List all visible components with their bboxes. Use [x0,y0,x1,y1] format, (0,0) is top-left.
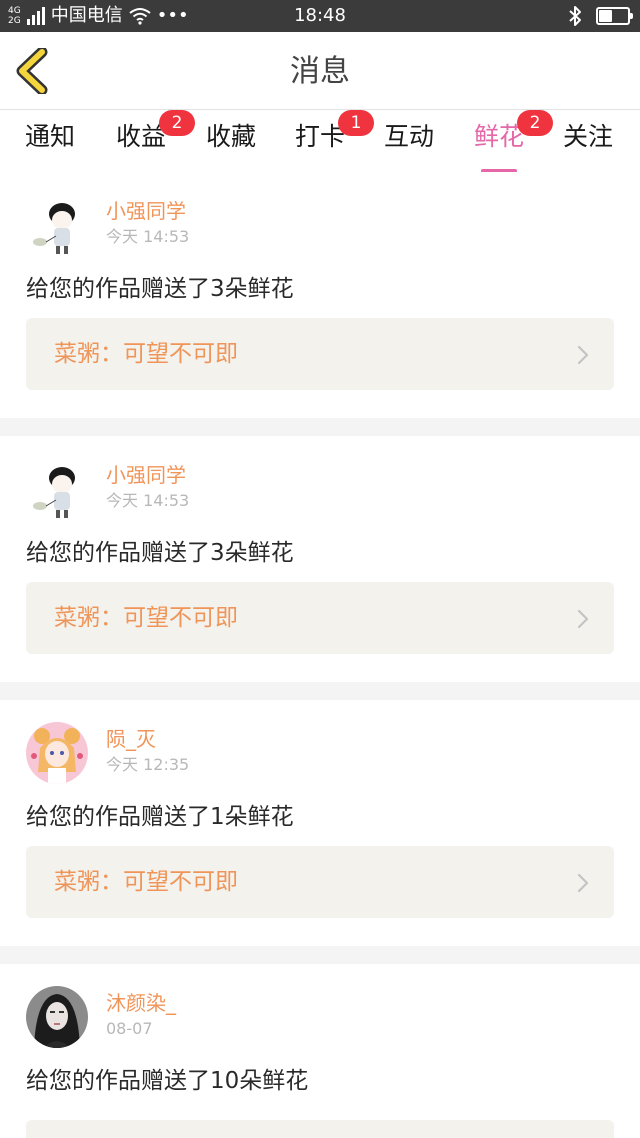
chevron-right-icon [577,873,589,893]
message-text: 给您的作品赠送了10朵鲜花 [26,1068,309,1094]
work-title: 菜粥：可望不可即 [54,605,238,631]
message-text: 给您的作品赠送了3朵鲜花 [26,276,294,302]
work-link[interactable]: 菜粥：可望不可即 [26,846,614,918]
work-link[interactable] [26,1120,614,1138]
tab-flowers[interactable]: 鲜花 2 [459,110,553,173]
tab-label: 互动 [383,122,434,151]
cartoon-boy-avatar[interactable] [26,194,88,256]
post-time: 今天 14:53 [106,227,190,246]
post-time: 今天 12:35 [106,755,190,774]
post-time: 08-07 [106,1019,153,1038]
page-title: 消息 [290,54,350,89]
chevron-right-icon [577,609,589,629]
tab-label: 收藏 [205,122,256,151]
tab-label: 关注 [562,122,613,151]
status-time: 18:48 [294,5,346,26]
message-card: 沐颜染_ 08-07 给您的作品赠送了10朵鲜花 [0,964,640,1138]
work-link[interactable]: 菜粥：可望不可即 [26,582,614,654]
tab-favorites[interactable]: 收藏 [191,120,271,154]
tab-label: 通知 [24,122,75,151]
message-text: 给您的作品赠送了3朵鲜花 [26,540,294,566]
work-title: 菜粥：可望不可即 [54,869,238,895]
status-right [568,5,633,27]
tab-badge: 2 [159,110,195,136]
anime-girl-avatar[interactable] [26,722,88,784]
work-title: 菜粥：可望不可即 [54,341,238,367]
message-card: 小强同学 今天 14:53 给您的作品赠送了3朵鲜花 菜粥：可望不可即 [0,172,640,418]
tab-checkin[interactable]: 打卡 1 [280,110,374,154]
bluetooth-icon [569,6,581,26]
status-bar: 4G 2G 中国电信 ••• 18:48 [0,0,640,32]
tab-notice[interactable]: 通知 [10,120,90,154]
photo-girl-avatar[interactable] [26,986,88,1048]
nav-bar: 消息 [0,32,640,110]
battery-icon [596,7,633,25]
user-name[interactable]: 小强同学 [106,198,186,224]
tab-income[interactable]: 收益 2 [101,110,195,154]
cartoon-boy-avatar[interactable] [26,458,88,520]
tab-interaction[interactable]: 互动 [369,120,449,154]
post-time: 今天 14:53 [106,491,190,510]
tab-follow[interactable]: 关注 [548,120,628,154]
work-link[interactable]: 菜粥：可望不可即 [26,318,614,390]
tab-bar: 通知 收益 2 收藏 打卡 1 互动 鲜花 2 关注 [0,110,640,173]
message-card: 陨_灭 今天 12:35 给您的作品赠送了1朵鲜花 菜粥：可望不可即 [0,700,640,946]
message-card: 小强同学 今天 14:53 给您的作品赠送了3朵鲜花 菜粥：可望不可即 [0,436,640,682]
user-name[interactable]: 沐颜染_ [106,990,176,1016]
message-text: 给您的作品赠送了1朵鲜花 [26,804,294,830]
chevron-right-icon [577,345,589,365]
user-name[interactable]: 陨_灭 [106,726,156,752]
battery-fill [599,10,612,22]
user-name[interactable]: 小强同学 [106,462,186,488]
